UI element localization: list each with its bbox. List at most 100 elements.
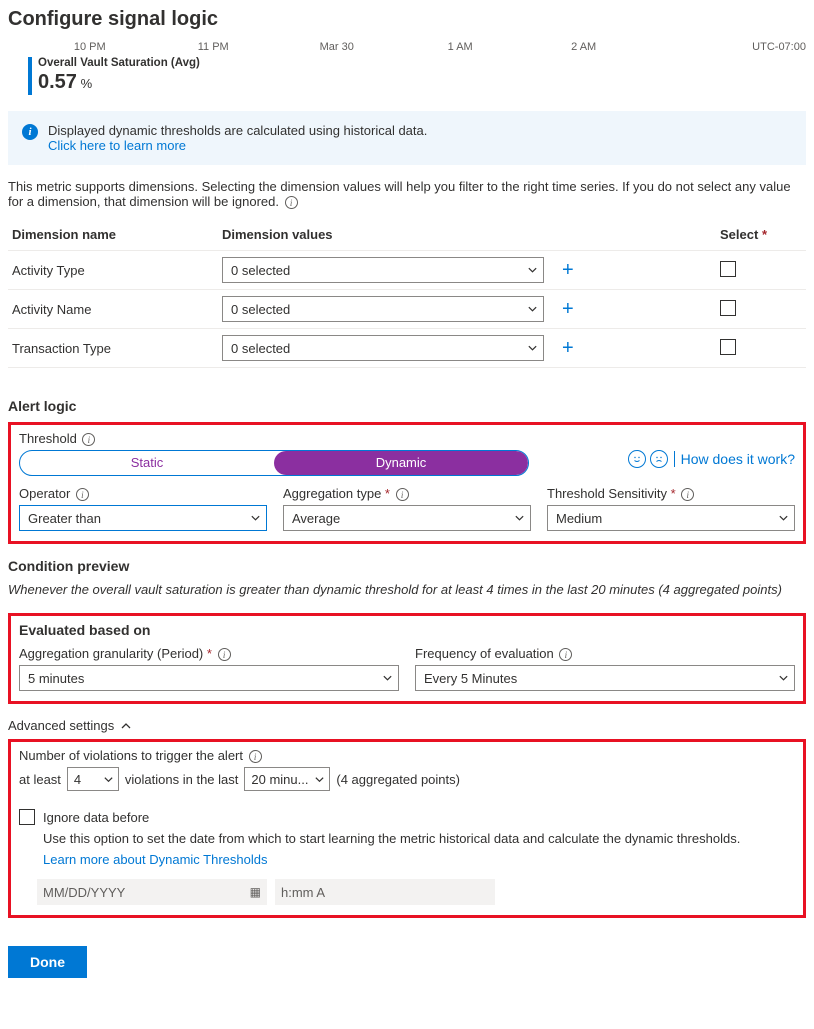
dimensions-table: Dimension name Dimension values Select *…	[8, 219, 806, 368]
operator-label: Operator i	[19, 486, 267, 501]
col-select: Select *	[716, 219, 806, 251]
add-dimension-button[interactable]: +	[552, 298, 574, 320]
select-checkbox[interactable]	[720, 300, 736, 316]
dimensions-intro-text: This metric supports dimensions. Selecti…	[8, 179, 791, 209]
how-does-it-work-link[interactable]: How does it work?	[674, 451, 795, 467]
operator-value: Greater than	[28, 511, 101, 526]
violations-prefix: at least	[19, 772, 61, 787]
violations-count-value: 4	[74, 772, 81, 787]
granularity-label: Aggregation granularity (Period) * i	[19, 646, 399, 661]
date-placeholder: MM/DD/YYYY	[43, 885, 125, 900]
advanced-settings-toggle[interactable]: Advanced settings	[8, 718, 806, 733]
violations-label-text: Number of violations to trigger the aler…	[19, 748, 243, 763]
page-title: Configure signal logic	[8, 8, 806, 31]
aggregation-label-text: Aggregation type	[283, 486, 381, 501]
time-tick-tz: UTC-07:00	[645, 41, 806, 53]
threshold-dynamic-option[interactable]: Dynamic	[274, 451, 528, 475]
time-axis: 10 PM 11 PM Mar 30 1 AM 2 AM UTC-07:00	[8, 41, 806, 53]
sensitivity-label-text: Threshold Sensitivity	[547, 486, 667, 501]
info-icon: i	[22, 124, 38, 140]
feedback-row: How does it work?	[628, 450, 795, 468]
violations-window-value: 20 minu...	[251, 772, 308, 787]
select-checkbox[interactable]	[720, 261, 736, 277]
sensitivity-select[interactable]: Medium	[547, 505, 795, 531]
violations-suffix: (4 aggregated points)	[336, 772, 460, 787]
granularity-select[interactable]: 5 minutes	[19, 665, 399, 691]
sensitivity-label: Threshold Sensitivity * i	[547, 486, 795, 501]
time-tick: 2 AM	[522, 41, 645, 53]
granularity-label-text: Aggregation granularity (Period)	[19, 646, 203, 661]
dim-values-select[interactable]: 0 selected	[222, 335, 544, 361]
metric-unit: %	[81, 76, 93, 91]
metric-value: 0.57	[38, 71, 77, 93]
aggregation-label: Aggregation type * i	[283, 486, 531, 501]
dim-values-text: 0 selected	[231, 302, 290, 317]
evaluated-based-on-box: Evaluated based on Aggregation granulari…	[8, 613, 806, 704]
frequency-value: Every 5 Minutes	[424, 671, 517, 686]
violations-middle: violations in the last	[125, 772, 238, 787]
info-icon[interactable]: i	[82, 433, 95, 446]
sensitivity-value: Medium	[556, 511, 602, 526]
col-dimension-name: Dimension name	[8, 219, 218, 251]
select-checkbox[interactable]	[720, 339, 736, 355]
operator-select[interactable]: Greater than	[19, 505, 267, 531]
dim-name: Transaction Type	[8, 329, 218, 368]
evaluated-heading: Evaluated based on	[19, 622, 795, 638]
ignore-data-checkbox[interactable]	[19, 809, 35, 825]
ignore-date-input[interactable]: MM/DD/YYYY ▦	[37, 879, 267, 905]
frequency-select[interactable]: Every 5 Minutes	[415, 665, 795, 691]
info-text: Displayed dynamic thresholds are calcula…	[48, 123, 427, 138]
time-tick: 11 PM	[151, 41, 274, 53]
smile-icon[interactable]	[628, 450, 646, 468]
time-tick: Mar 30	[275, 41, 398, 53]
info-icon[interactable]: i	[249, 750, 262, 763]
info-icon[interactable]: i	[285, 196, 298, 209]
ignore-time-input[interactable]: h:mm A	[275, 879, 495, 905]
info-icon[interactable]: i	[396, 488, 409, 501]
info-icon[interactable]: i	[681, 488, 694, 501]
time-placeholder: h:mm A	[281, 885, 325, 900]
chevron-down-icon	[103, 774, 114, 785]
col-select-label: Select	[720, 227, 758, 242]
frequency-label: Frequency of evaluation i	[415, 646, 795, 661]
aggregation-value: Average	[292, 511, 340, 526]
condition-preview-heading: Condition preview	[8, 558, 806, 574]
dimensions-intro: This metric supports dimensions. Selecti…	[8, 179, 806, 209]
add-dimension-button[interactable]: +	[552, 337, 574, 359]
granularity-value: 5 minutes	[28, 671, 84, 686]
metric-summary: Overall Vault Saturation (Avg) 0.57 %	[8, 57, 806, 95]
alert-logic-box: Threshold i Static Dynamic How does it w…	[8, 422, 806, 544]
advanced-settings-label: Advanced settings	[8, 718, 114, 733]
threshold-label: Threshold i	[19, 431, 795, 446]
chevron-down-icon	[314, 774, 325, 785]
table-row: Transaction Type 0 selected +	[8, 329, 806, 368]
dim-name: Activity Type	[8, 251, 218, 290]
info-learn-more-link[interactable]: Click here to learn more	[48, 138, 186, 153]
dim-name: Activity Name	[8, 290, 218, 329]
col-dimension-values: Dimension values	[218, 219, 548, 251]
time-tick: 1 AM	[398, 41, 521, 53]
info-icon[interactable]: i	[76, 488, 89, 501]
calendar-icon: ▦	[250, 885, 261, 899]
ignore-data-label: Ignore data before	[43, 810, 149, 825]
done-button[interactable]: Done	[8, 946, 87, 978]
ignore-data-description: Use this option to set the date from whi…	[43, 831, 795, 846]
col-spacer	[548, 219, 716, 251]
frown-icon[interactable]	[650, 450, 668, 468]
condition-preview-text: Whenever the overall vault saturation is…	[8, 582, 806, 597]
info-icon[interactable]: i	[559, 648, 572, 661]
threshold-toggle: Static Dynamic	[19, 450, 529, 476]
advanced-settings-box: Number of violations to trigger the aler…	[8, 739, 806, 918]
add-dimension-button[interactable]: +	[552, 259, 574, 281]
learn-more-dynamic-link[interactable]: Learn more about Dynamic Thresholds	[43, 852, 268, 867]
dim-values-text: 0 selected	[231, 341, 290, 356]
chevron-up-icon	[120, 720, 132, 732]
table-row: Activity Type 0 selected +	[8, 251, 806, 290]
aggregation-select[interactable]: Average	[283, 505, 531, 531]
dim-values-select[interactable]: 0 selected	[222, 257, 544, 283]
dim-values-select[interactable]: 0 selected	[222, 296, 544, 322]
threshold-static-option[interactable]: Static	[20, 451, 274, 475]
table-row: Activity Name 0 selected +	[8, 290, 806, 329]
info-banner: i Displayed dynamic thresholds are calcu…	[8, 111, 806, 165]
info-icon[interactable]: i	[218, 648, 231, 661]
